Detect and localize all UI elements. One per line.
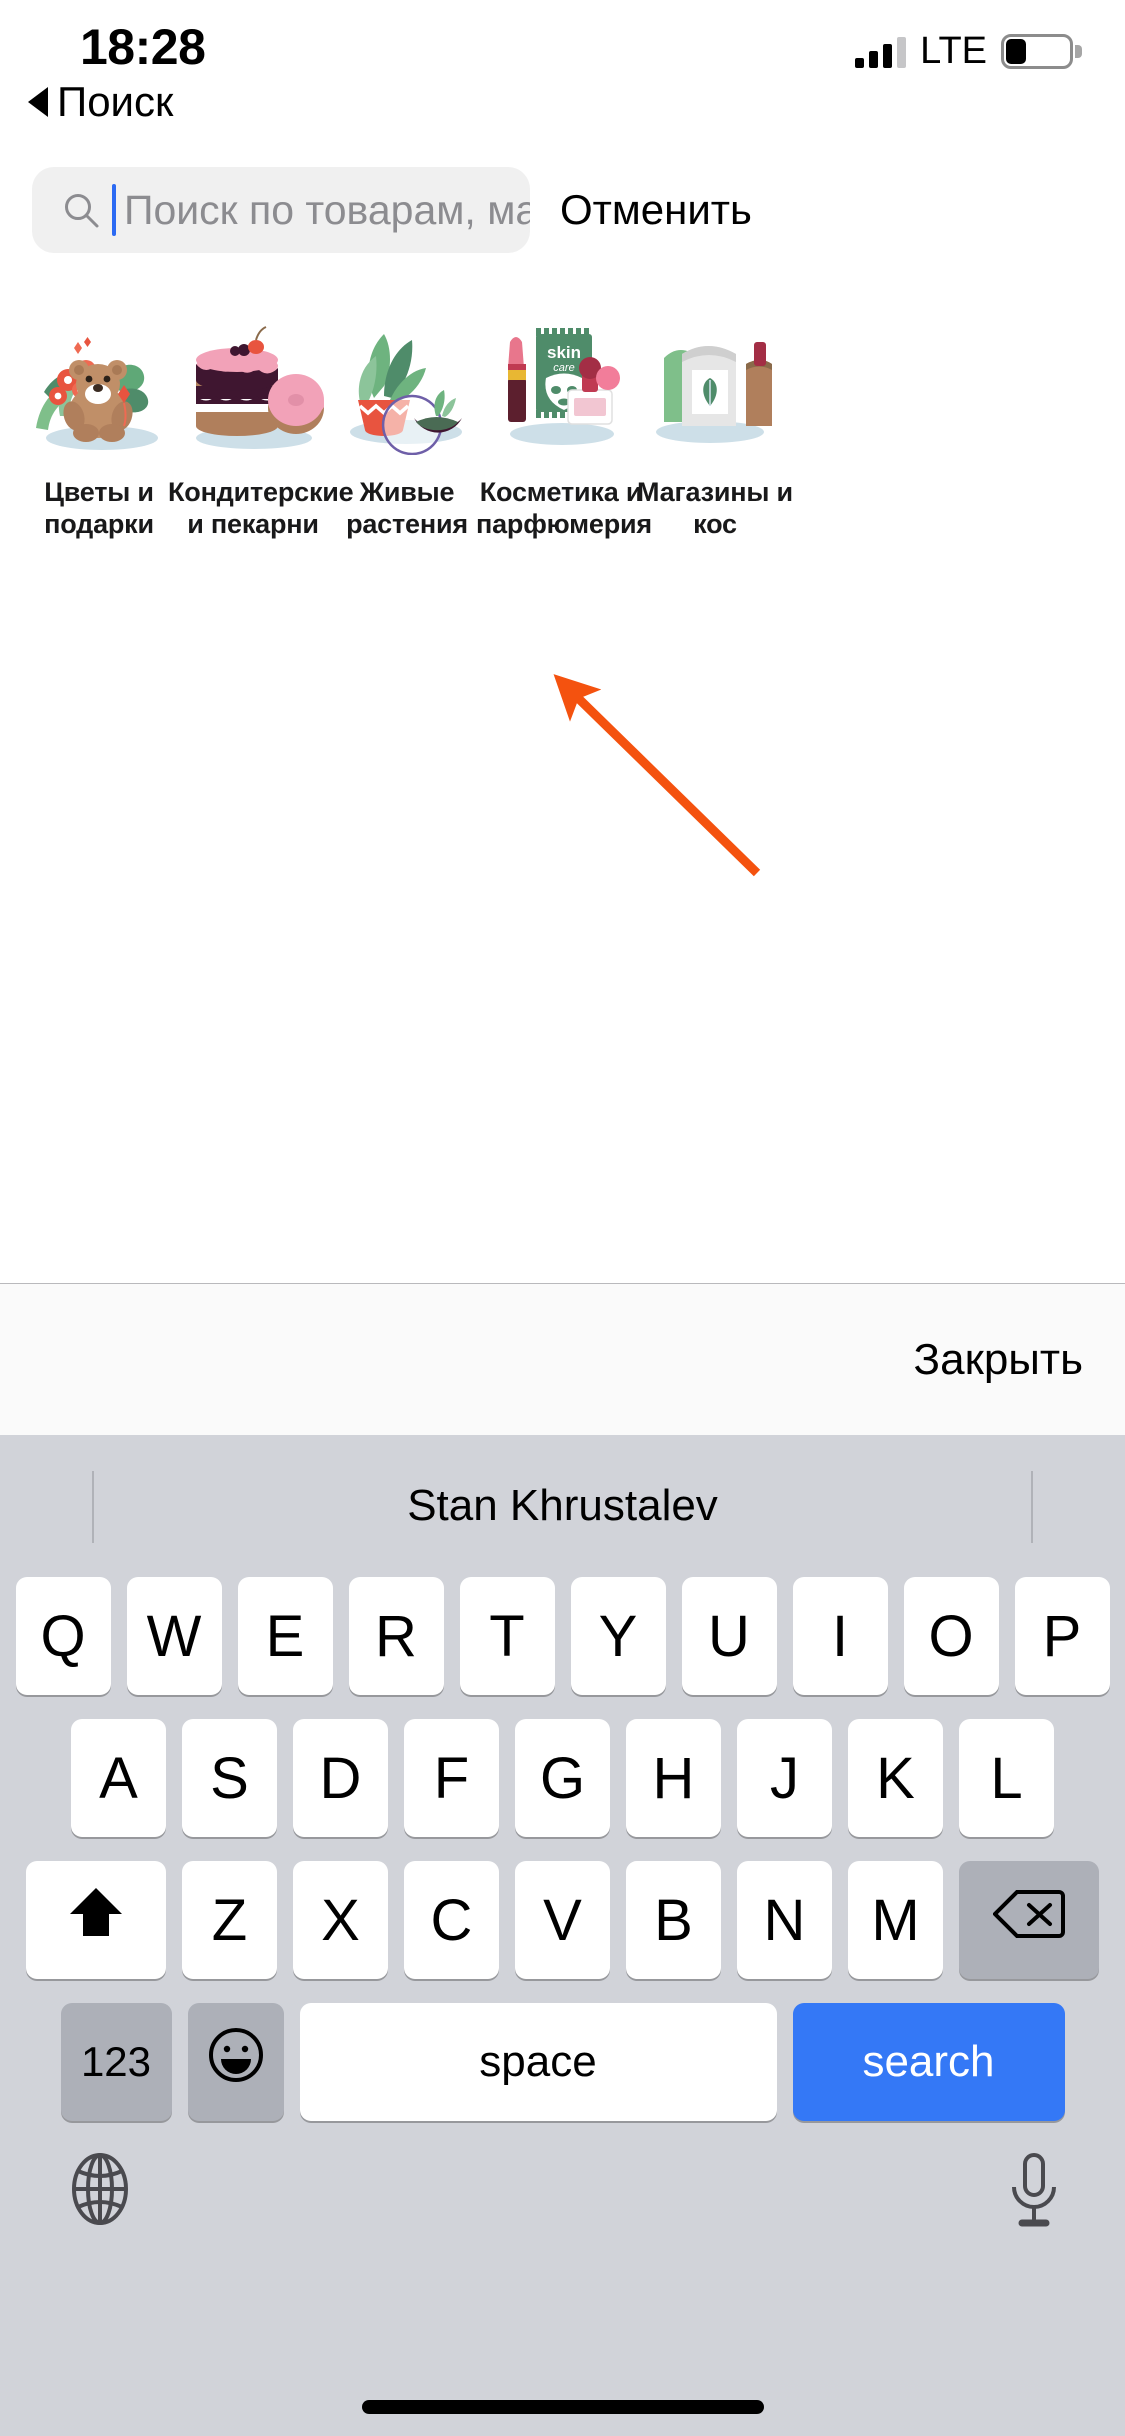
key-b[interactable]: B <box>626 1861 721 1979</box>
key-h[interactable]: H <box>626 1719 721 1837</box>
key-u[interactable]: U <box>681 1577 777 1695</box>
backspace-icon <box>992 1887 1065 1954</box>
category-item-plants[interactable]: Живые растения <box>330 320 484 610</box>
keyboard-bottom-bar <box>0 2121 1125 2281</box>
category-item-bakery[interactable]: Кондитерские и пекарни <box>168 320 354 610</box>
svg-text:skin: skin <box>547 343 581 362</box>
numeric-switch-key[interactable]: 123 <box>60 2003 172 2121</box>
key-i[interactable]: I <box>792 1577 888 1695</box>
key-f[interactable]: F <box>404 1719 499 1837</box>
search-bar: Поиск по товарам, магазинам Отменить <box>0 160 1125 260</box>
keyboard-row-1: Q W E R T Y U I O P <box>9 1577 1116 1695</box>
cancel-button[interactable]: Отменить <box>560 186 752 234</box>
space-key[interactable]: space <box>299 2003 777 2121</box>
tea-coffee-bag-icon <box>638 320 792 455</box>
key-k[interactable]: K <box>848 1719 943 1837</box>
svg-text:care: care <box>553 362 574 374</box>
key-g[interactable]: G <box>515 1719 610 1837</box>
category-label: Кондитерские и пекарни <box>168 477 354 539</box>
keyboard-row-3: Z X C V B N M <box>9 1861 1116 1979</box>
text-cursor <box>112 184 116 236</box>
key-o[interactable]: O <box>903 1577 999 1695</box>
shift-key[interactable] <box>26 1861 166 1979</box>
key-c[interactable]: C <box>404 1861 499 1979</box>
key-r[interactable]: R <box>348 1577 444 1695</box>
category-label: Косметика и парфюмерия <box>476 477 652 539</box>
home-indicator-bar <box>361 2400 764 2414</box>
cosmetics-perfume-icon: skin care <box>484 320 638 455</box>
key-p[interactable]: P <box>1014 1577 1110 1695</box>
phone-screen: 18:28 LTE Поиск Поиск по товарам, ма Отм… <box>0 0 1125 2436</box>
key-a[interactable]: A <box>71 1719 166 1837</box>
prediction-divider-right <box>1031 1471 1033 1543</box>
key-z[interactable]: Z <box>182 1861 277 1979</box>
status-indicators: LTE <box>855 30 1082 73</box>
back-link-label: Поиск <box>57 78 174 125</box>
keyboard-accessory-bar: Закрыть <box>0 1283 1125 1435</box>
category-carousel[interactable]: Цветы и подарки Кондитерские и пекарни Ж… <box>0 320 1125 610</box>
backspace-key[interactable] <box>959 1861 1099 1979</box>
key-e[interactable]: E <box>237 1577 333 1695</box>
key-y[interactable]: Y <box>570 1577 666 1695</box>
key-t[interactable]: T <box>459 1577 555 1695</box>
category-item-flowers-gifts[interactable]: Цветы и подарки <box>22 320 176 610</box>
key-x[interactable]: X <box>293 1861 388 1979</box>
keyboard-row-4: 123 space search <box>9 2003 1116 2121</box>
search-return-key[interactable]: search <box>792 2003 1065 2121</box>
back-to-search-link[interactable]: Поиск <box>28 78 173 126</box>
key-q[interactable]: Q <box>15 1577 111 1695</box>
software-keyboard: Stan Khrustalev Q W E R T Y U I O P A S … <box>0 1435 1125 2436</box>
search-icon <box>62 191 100 229</box>
cake-donut-icon <box>176 320 330 455</box>
category-label: Цветы и подарки <box>44 477 154 539</box>
prediction-divider-left <box>92 1471 94 1543</box>
key-n[interactable]: N <box>737 1861 832 1979</box>
key-s[interactable]: S <box>182 1719 277 1837</box>
key-j[interactable]: J <box>737 1719 832 1837</box>
key-v[interactable]: V <box>515 1861 610 1979</box>
carrier-tech-label: LTE <box>920 30 987 72</box>
emoji-smiley-icon <box>207 2026 265 2098</box>
prediction-suggestion[interactable]: Stan Khrustalev <box>407 1481 718 1531</box>
microphone-icon[interactable] <box>1005 2151 1063 2231</box>
key-d[interactable]: D <box>293 1719 388 1837</box>
emoji-key[interactable] <box>187 2003 284 2121</box>
search-input[interactable]: Поиск по товарам, магазинам <box>32 167 530 253</box>
category-label: Живые растения <box>346 477 468 539</box>
potted-plant-fishbowl-icon <box>330 320 484 455</box>
status-time: 18:28 <box>80 19 206 75</box>
keyboard-row-2: A S D F G H J K L <box>9 1719 1116 1837</box>
globe-icon[interactable] <box>62 2151 138 2227</box>
key-l[interactable]: L <box>959 1719 1054 1837</box>
shift-arrow-icon <box>68 1884 124 1956</box>
key-w[interactable]: W <box>126 1577 222 1695</box>
prediction-bar: Stan Khrustalev <box>0 1435 1125 1577</box>
category-item-cosmetics[interactable]: skin care Косметика и парфюмерия <box>476 320 652 610</box>
category-item-tea-coffee[interactable]: Магазины и кос <box>637 320 793 610</box>
search-placeholder: Поиск по товарам, магазинам <box>124 186 530 233</box>
cellular-bars-icon <box>855 36 907 68</box>
key-m[interactable]: M <box>848 1861 943 1979</box>
battery-low-icon <box>1001 34 1082 69</box>
teddy-bear-flowers-icon <box>22 320 176 455</box>
back-caret-icon <box>28 87 48 117</box>
close-keyboard-button[interactable]: Закрыть <box>914 1335 1083 1385</box>
category-label: Магазины и кос <box>637 477 793 539</box>
keyboard-rows: Q W E R T Y U I O P A S D F G H J K L Z … <box>0 1577 1125 2121</box>
